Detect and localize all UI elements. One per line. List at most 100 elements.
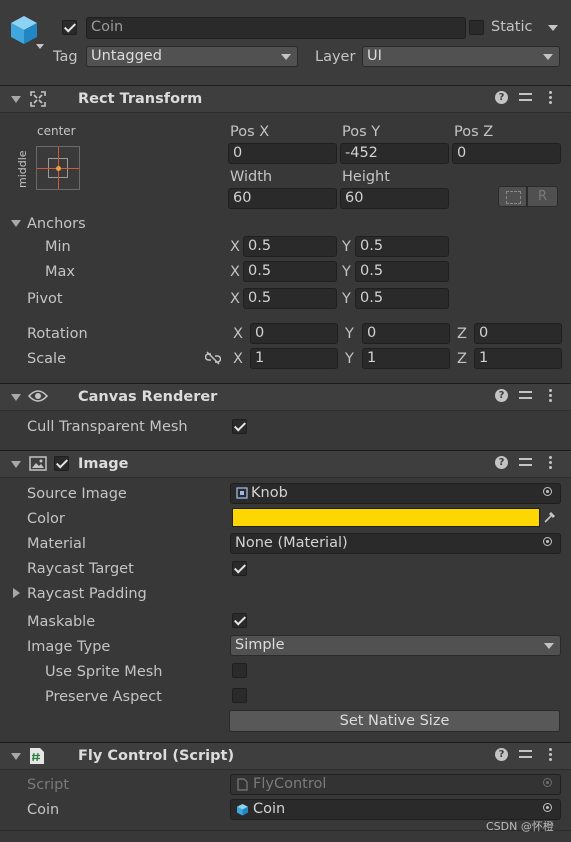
eye-icon [28, 390, 48, 402]
raycast-padding-fold-icon[interactable] [13, 588, 20, 598]
static-checkbox[interactable] [469, 20, 484, 35]
eyedropper-icon[interactable] [542, 509, 558, 525]
object-picker-icon[interactable] [539, 534, 560, 553]
more-menu-icon[interactable] [549, 91, 552, 105]
image-type-dropdown[interactable]: Simple [230, 635, 561, 656]
fly-control-title: Fly Control (Script) [78, 748, 235, 764]
anchor-preset-pivot [56, 166, 61, 171]
rot-x-field[interactable]: 0 [250, 323, 338, 344]
material-field[interactable]: None (Material) [230, 533, 561, 554]
scale-x-field[interactable]: 1 [250, 348, 338, 369]
min-x-letter: X [230, 239, 240, 255]
pivot-label: Pivot [27, 291, 63, 307]
image-title: Image [78, 456, 129, 472]
set-native-size-button[interactable]: Set Native Size [229, 710, 560, 732]
image-header[interactable]: Image ? [0, 450, 571, 478]
icon-dropdown-arrow[interactable] [36, 44, 44, 49]
script-file-icon [237, 778, 248, 791]
width-field[interactable]: 60 [228, 188, 337, 209]
fold-arrow-icon[interactable] [11, 753, 21, 760]
help-icon[interactable]: ? [495, 91, 508, 104]
help-icon[interactable]: ? [495, 748, 508, 761]
pivot-y-field[interactable]: 0.5 [355, 288, 449, 309]
gameobject-cube-icon [237, 804, 248, 816]
help-icon[interactable]: ? [495, 389, 508, 402]
presets-icon[interactable] [519, 389, 532, 402]
presets-icon[interactable] [519, 91, 532, 104]
fly-control-header[interactable]: Fly Control (Script) ? [0, 742, 571, 770]
canvas-renderer-header[interactable]: Canvas Renderer ? [0, 383, 571, 411]
pivot-x-letter: X [230, 291, 240, 307]
static-dropdown-arrow[interactable] [548, 25, 558, 31]
image-type-value: Simple [235, 637, 285, 653]
coin-value: Coin [253, 801, 286, 817]
rot-x-letter: X [233, 326, 243, 342]
maskable-checkbox[interactable] [232, 613, 247, 628]
min-y-field[interactable]: 0.5 [355, 236, 449, 257]
more-menu-icon[interactable] [549, 389, 552, 403]
presets-icon[interactable] [519, 748, 532, 761]
color-swatch[interactable] [232, 508, 540, 527]
script-field: FlyControl [230, 774, 561, 795]
pivot-y-letter: Y [342, 291, 351, 307]
scale-z-field[interactable]: 1 [474, 348, 562, 369]
fold-arrow-icon[interactable] [11, 394, 21, 401]
layer-dropdown[interactable]: UI [362, 46, 560, 67]
max-y-field[interactable]: 0.5 [355, 261, 449, 282]
min-label: Min [45, 239, 71, 255]
scale-z-letter: Z [457, 351, 467, 367]
layer-label: Layer [315, 49, 356, 65]
source-image-field[interactable]: Knob [230, 483, 561, 504]
active-checkbox[interactable] [62, 20, 77, 35]
min-x-field[interactable]: 0.5 [243, 236, 337, 257]
gameobject-cube-icon[interactable] [9, 14, 39, 46]
anchors-fold-icon[interactable] [11, 220, 21, 227]
pos-y-field[interactable]: -452 [340, 143, 449, 164]
source-image-label: Source Image [27, 486, 127, 502]
pos-x-field[interactable]: 0 [228, 143, 337, 164]
rect-transform-header[interactable]: Rect Transform ? [0, 85, 571, 113]
height-field[interactable]: 60 [340, 188, 449, 209]
max-x-letter: X [230, 264, 240, 280]
raycast-target-checkbox[interactable] [232, 561, 247, 576]
pivot-x-field[interactable]: 0.5 [243, 288, 337, 309]
fold-arrow-icon[interactable] [11, 96, 21, 103]
object-name-field[interactable]: Coin [86, 17, 466, 39]
more-menu-icon[interactable] [549, 748, 552, 762]
presets-icon[interactable] [519, 456, 532, 469]
height-label: Height [342, 169, 390, 185]
scale-y-field[interactable]: 1 [362, 348, 450, 369]
width-label: Width [230, 169, 273, 185]
object-picker-icon[interactable] [539, 484, 560, 503]
coin-label: Coin [27, 802, 60, 818]
preserve-aspect-label: Preserve Aspect [45, 689, 162, 705]
blueprint-mode-button[interactable] [498, 186, 527, 207]
preserve-aspect-checkbox[interactable] [232, 688, 247, 703]
watermark: CSDN @怀橙 [486, 820, 554, 833]
max-label: Max [45, 264, 75, 280]
sprite-icon [236, 487, 248, 499]
scale-x-letter: X [233, 351, 243, 367]
maskable-label: Maskable [27, 614, 96, 630]
rot-z-field[interactable]: 0 [474, 323, 562, 344]
anchor-preset-button[interactable] [36, 146, 80, 190]
max-x-field[interactable]: 0.5 [243, 261, 337, 282]
help-icon[interactable]: ? [495, 456, 508, 469]
more-menu-icon[interactable] [549, 456, 552, 470]
raw-edit-button[interactable]: R [527, 186, 558, 207]
chevron-down-icon [544, 643, 554, 649]
rect-transform-icon [30, 91, 46, 107]
unlink-scale-icon[interactable] [205, 351, 221, 365]
image-enabled-checkbox[interactable] [54, 456, 69, 471]
rot-y-field[interactable]: 0 [362, 323, 450, 344]
scale-y-letter: Y [345, 351, 354, 367]
use-sprite-mesh-checkbox[interactable] [232, 663, 247, 678]
pos-z-field[interactable]: 0 [452, 143, 561, 164]
tag-value: Untagged [91, 48, 162, 64]
fold-arrow-icon[interactable] [11, 461, 21, 468]
pos-z-label: Pos Z [454, 124, 494, 140]
cull-transparent-checkbox[interactable] [232, 419, 247, 434]
tag-dropdown[interactable]: Untagged [86, 46, 298, 67]
material-label: Material [27, 536, 86, 552]
object-picker-icon [539, 775, 560, 794]
